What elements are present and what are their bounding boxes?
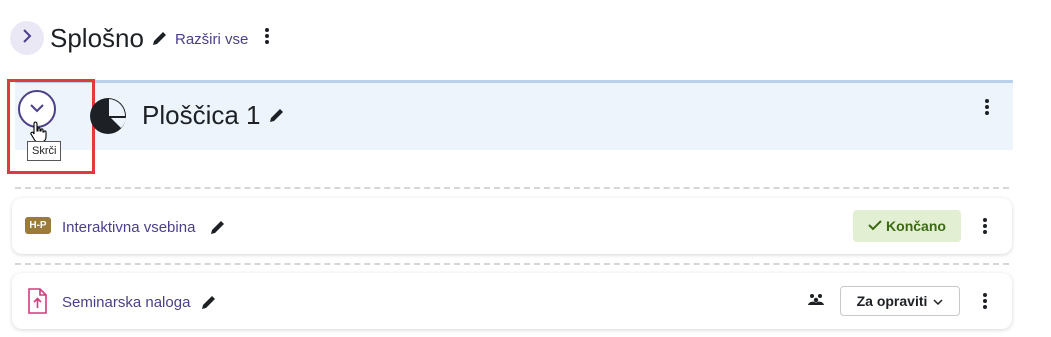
- edit-activity-pencil-icon[interactable]: [209, 218, 227, 241]
- check-icon: [868, 218, 882, 234]
- divider: [15, 187, 1009, 189]
- tile-title-text: Ploščica 1: [142, 100, 261, 130]
- to-do-dropdown[interactable]: Za opraviti: [840, 286, 960, 316]
- completion-status-text: Končano: [886, 218, 946, 234]
- chevron-right-icon: [21, 28, 33, 48]
- section-title-text: Splošno: [50, 23, 144, 53]
- tile-menu-icon[interactable]: [984, 99, 990, 115]
- expand-all-link[interactable]: Razširi vse: [175, 31, 248, 48]
- edit-activity-pencil-icon[interactable]: [200, 293, 218, 316]
- group-mode-icon[interactable]: [807, 292, 825, 313]
- tile-title: Ploščica 1: [142, 98, 286, 132]
- divider: [15, 263, 1009, 265]
- pie-chart-icon: [88, 96, 128, 141]
- activity-link-interactive[interactable]: Interaktivna vsebina: [62, 219, 195, 236]
- section-title: Splošno: [50, 21, 169, 55]
- chevron-down-icon: [933, 293, 943, 309]
- edit-tile-pencil-icon[interactable]: [268, 98, 286, 132]
- section-menu-icon[interactable]: [264, 28, 270, 44]
- collapse-tooltip: Skrči: [27, 141, 62, 161]
- activity-link-assignment[interactable]: Seminarska naloga: [62, 294, 190, 311]
- upload-file-icon: [27, 288, 47, 319]
- to-do-label: Za opraviti: [856, 293, 928, 309]
- activity-menu-icon[interactable]: [982, 293, 988, 309]
- completion-badge: Končano: [853, 210, 961, 242]
- section-toggle-button[interactable]: [10, 21, 44, 55]
- activity-menu-icon[interactable]: [982, 218, 988, 234]
- edit-title-pencil-icon[interactable]: [151, 21, 169, 55]
- h5p-icon: H-P: [25, 217, 51, 234]
